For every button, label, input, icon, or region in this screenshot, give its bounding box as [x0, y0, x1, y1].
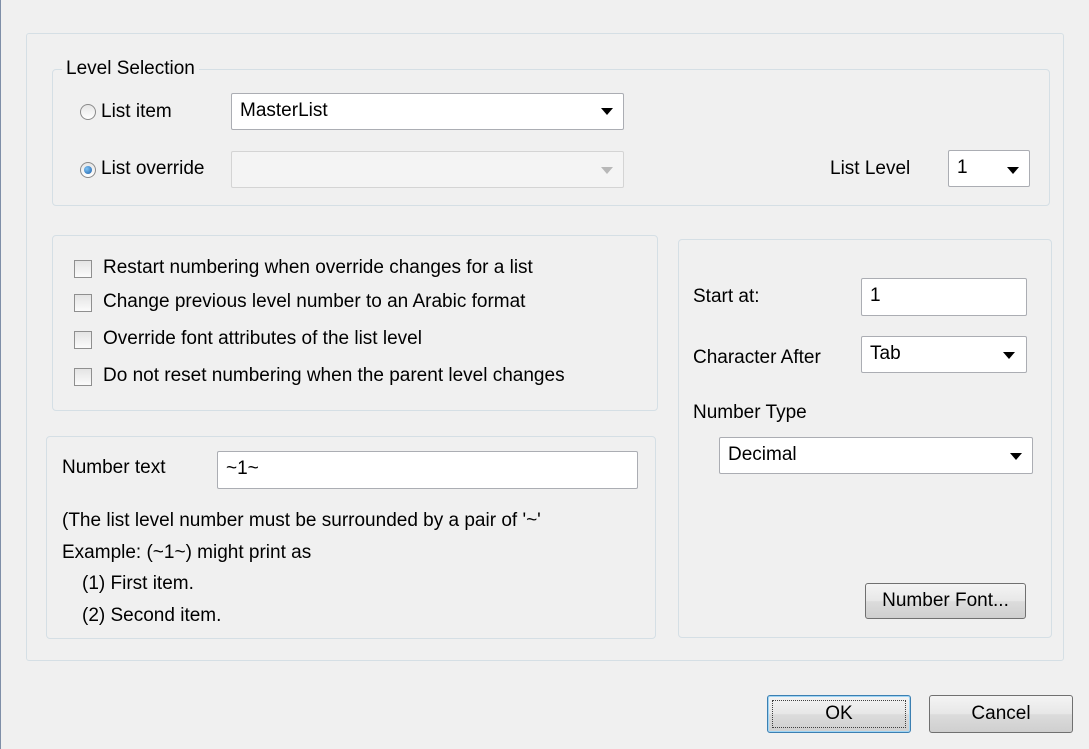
list-level-dropdown-arrow-icon[interactable] [1007, 167, 1019, 174]
number-text-label: Number text [62, 457, 166, 478]
list-item-select-value: MasterList [240, 100, 328, 121]
number-font-button-label: Number Font... [882, 590, 1009, 611]
start-at-input-value: 1 [870, 285, 881, 306]
number-text-input-value: ~1~ [226, 458, 259, 479]
cancel-button[interactable]: Cancel [929, 695, 1073, 733]
restart-numbering-checkbox[interactable] [74, 260, 92, 278]
list-level-label: List Level [830, 158, 911, 179]
number-type-label: Number Type [693, 402, 807, 423]
list-override-select[interactable] [231, 151, 624, 188]
window-left-edge [0, 0, 1, 749]
level-selection-legend: Level Selection [62, 58, 199, 80]
list-override-label[interactable]: List override [101, 157, 205, 181]
list-override-radio[interactable] [80, 162, 96, 178]
list-item-select[interactable]: MasterList [231, 93, 624, 130]
restart-numbering-label[interactable]: Restart numbering when override changes … [103, 256, 533, 280]
list-item-dropdown-arrow-icon[interactable] [601, 108, 613, 115]
number-text-help-line-4: (2) Second item. [82, 605, 222, 626]
ok-button[interactable]: OK [767, 695, 911, 733]
number-type-select-value: Decimal [728, 444, 797, 465]
start-at-label: Start at: [693, 286, 760, 307]
list-item-label[interactable]: List item [101, 100, 172, 124]
character-after-select-value: Tab [870, 343, 901, 364]
number-type-dropdown-arrow-icon[interactable] [1010, 453, 1022, 460]
list-override-dropdown-arrow-icon[interactable] [601, 167, 613, 174]
arabic-format-label[interactable]: Change previous level number to an Arabi… [103, 290, 525, 314]
number-text-help-line-2: Example: (~1~) might print as [62, 542, 312, 563]
list-item-radio[interactable] [80, 104, 96, 120]
number-type-select[interactable]: Decimal [719, 437, 1033, 474]
number-text-input[interactable]: ~1~ [217, 451, 638, 489]
override-font-label[interactable]: Override font attributes of the list lev… [103, 327, 422, 351]
ok-button-label: OK [825, 703, 853, 724]
number-text-help-line-1: (The list level number must be surrounde… [62, 510, 541, 531]
character-after-label: Character After [693, 347, 821, 368]
no-reset-numbering-checkbox[interactable] [74, 368, 92, 386]
number-font-button[interactable]: Number Font... [865, 583, 1026, 619]
override-font-checkbox[interactable] [74, 331, 92, 349]
cancel-button-label: Cancel [971, 703, 1031, 724]
arabic-format-checkbox[interactable] [74, 294, 92, 312]
character-after-dropdown-arrow-icon[interactable] [1003, 352, 1015, 359]
start-at-input[interactable]: 1 [861, 278, 1027, 316]
number-text-help-line-3: (1) First item. [82, 573, 194, 594]
list-level-select-value: 1 [957, 157, 968, 178]
no-reset-numbering-label[interactable]: Do not reset numbering when the parent l… [103, 364, 565, 388]
